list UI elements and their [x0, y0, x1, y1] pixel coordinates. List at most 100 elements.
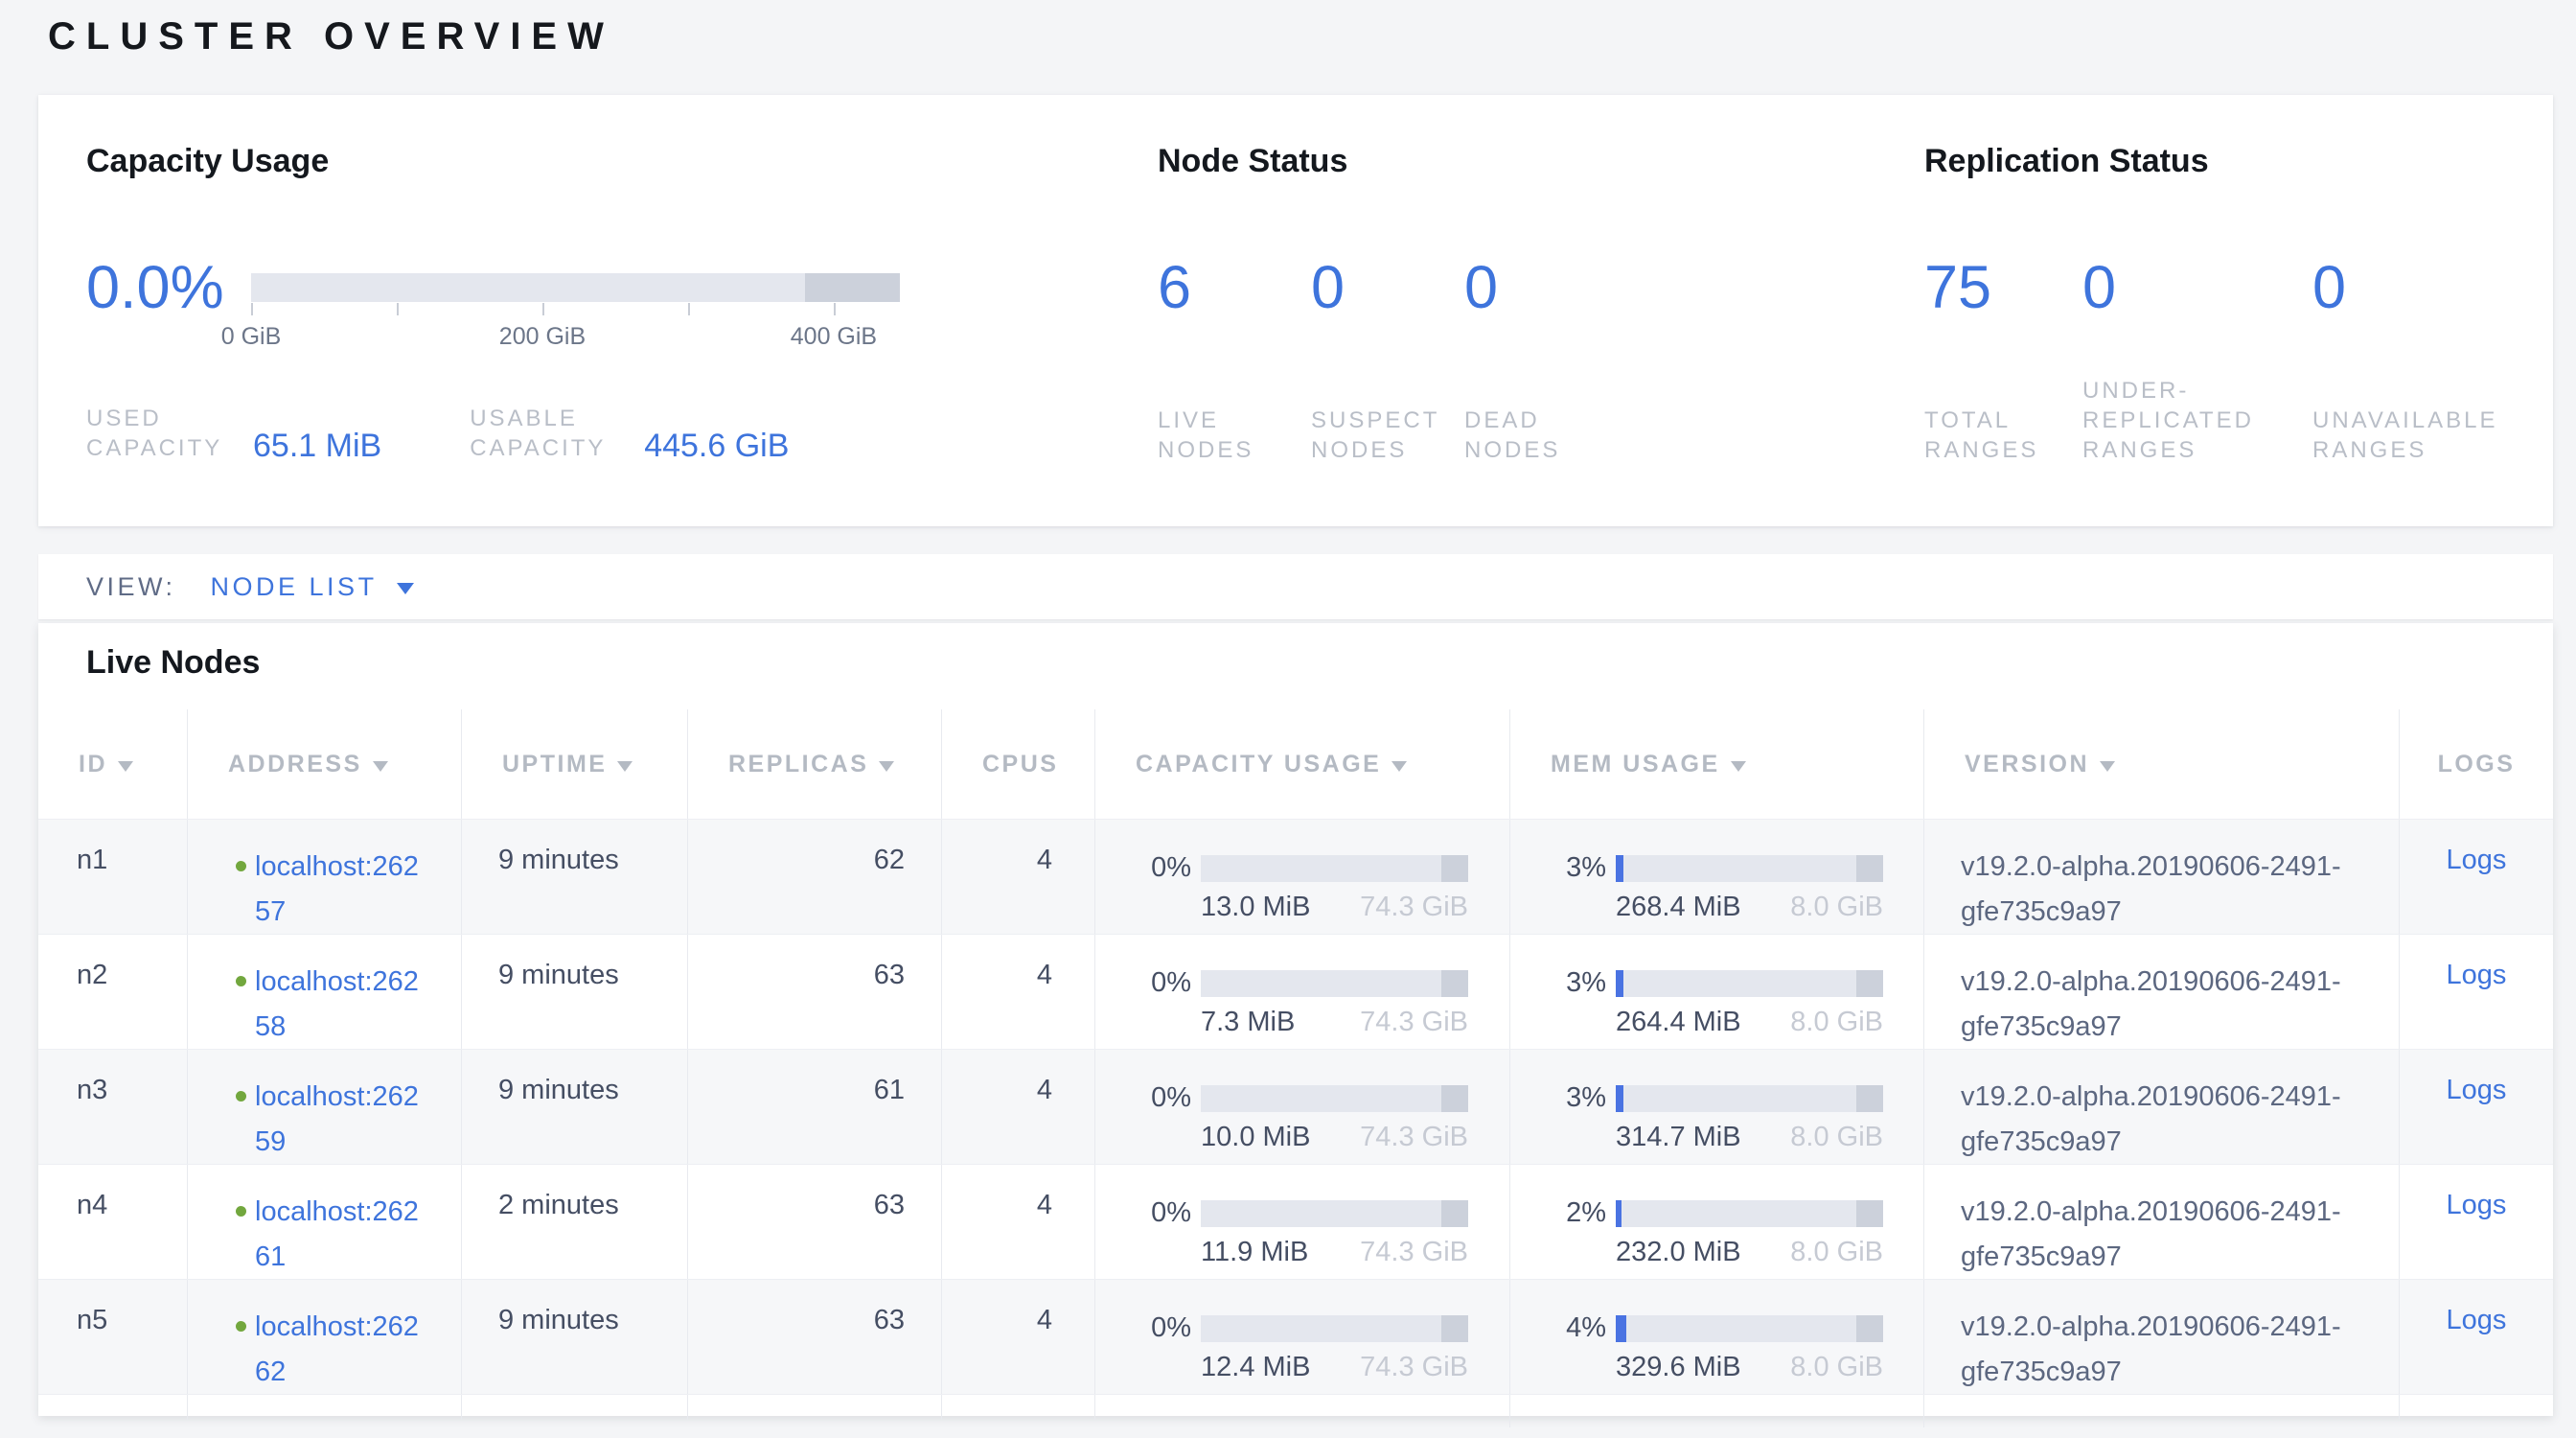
view-bar: VIEW: NODE LIST: [38, 554, 2553, 619]
logs-cell: Logs: [2400, 1050, 2553, 1164]
mem-used-value: 268.4 MiB: [1616, 892, 1741, 923]
capacity-used-value: 11.9 MiB: [1201, 1237, 1308, 1268]
capacity-percent-label: 0%: [1095, 967, 1191, 999]
view-dropdown-selected[interactable]: NODE LIST: [211, 572, 378, 602]
mem-usage-bar: [1616, 1315, 1883, 1342]
live-status-dot-icon: [236, 976, 246, 986]
node-replicas: 61: [688, 1050, 942, 1164]
capacity-percent-label: 0%: [1095, 1197, 1191, 1229]
capacity-bar-reserved-segment: [1441, 1200, 1468, 1227]
summary-card: Capacity Usage 0.0% 0 GiB 200 GiB 400 Gi…: [38, 95, 2553, 526]
node-uptime: [462, 1395, 688, 1420]
node-address-link[interactable]: localhost:26258: [255, 960, 426, 1049]
mem-usage-cell: 3% 268.4 MiB 8.0 GiB: [1510, 820, 1924, 934]
column-header-cpus[interactable]: CPUS: [942, 709, 1095, 819]
node-version: [1924, 1395, 2400, 1420]
capacity-percent-label: 0%: [1095, 852, 1191, 884]
capacity-usage-cell: 0% 7.3 MiB 74.3 GiB: [1095, 935, 1510, 1049]
mem-usage-cell: 3% 314.7 MiB 8.0 GiB: [1510, 1050, 1924, 1164]
column-header-mem-usage[interactable]: MEM USAGE: [1510, 709, 1924, 819]
capacity-usage-bar: [1201, 855, 1468, 882]
node-replicas: 63: [688, 1280, 942, 1394]
logs-link[interactable]: Logs: [2447, 1305, 2507, 1335]
sort-desc-icon: [1731, 761, 1746, 772]
under-replicated-value: 0: [2082, 258, 2312, 318]
mem-percent-label: 4%: [1510, 1312, 1606, 1344]
column-header-replicas[interactable]: REPLICAS: [688, 709, 942, 819]
node-cpus: [942, 1395, 1095, 1420]
stat-dead-nodes: 0 DEAD NODES: [1464, 258, 1618, 465]
column-header-version[interactable]: VERSION: [1924, 709, 2400, 819]
capacity-used-value: 13.0 MiB: [1201, 892, 1310, 923]
mem-total-value: 8.0 GiB: [1790, 1352, 1883, 1383]
stat-suspect-nodes: 0 SUSPECT NODES: [1311, 258, 1464, 465]
column-header-capacity-usage[interactable]: CAPACITY USAGE: [1095, 709, 1510, 819]
node-id: [38, 1395, 188, 1420]
node-cpus: 4: [942, 820, 1095, 934]
table-header-row: ID ADDRESS UPTIME REPLICAS CPUS CAPACITY…: [38, 709, 2553, 819]
node-id: n5: [38, 1280, 188, 1394]
unavailable-ranges-label: UNAVAILABLE RANGES: [2312, 406, 2518, 465]
node-address-cell: localhost:26262: [188, 1280, 462, 1394]
mem-percent-label: 2%: [1510, 1197, 1606, 1229]
logs-cell: Logs: [2400, 820, 2553, 934]
node-uptime: 2 minutes: [462, 1165, 688, 1279]
node-cpus: 4: [942, 935, 1095, 1049]
logs-link[interactable]: Logs: [2447, 1190, 2507, 1220]
logs-link[interactable]: Logs: [2447, 845, 2507, 875]
capacity-used-value: 10.0 MiB: [1201, 1122, 1310, 1153]
used-capacity-label: USED CAPACITY: [86, 404, 242, 463]
live-status-dot-icon: [236, 1091, 246, 1102]
mem-total-value: 8.0 GiB: [1790, 892, 1883, 923]
node-address-link[interactable]: localhost:26257: [255, 845, 426, 934]
node-replicas: 63: [688, 935, 942, 1049]
node-address-link[interactable]: localhost:26262: [255, 1305, 426, 1394]
logs-cell: Logs: [2400, 1280, 2553, 1394]
node-id: n2: [38, 935, 188, 1049]
column-header-id[interactable]: ID: [38, 709, 188, 819]
mem-total-value: 8.0 GiB: [1790, 1122, 1883, 1153]
node-replicas: 62: [688, 820, 942, 934]
capacity-bar-reserved-segment: [1441, 1315, 1468, 1342]
capacity-total-value: 74.3 GiB: [1360, 892, 1468, 923]
usable-capacity-value: 445.6 GiB: [644, 429, 789, 463]
node-address-link[interactable]: localhost:26259: [255, 1075, 426, 1164]
capacity-total-value: 74.3 GiB: [1360, 1352, 1468, 1383]
capacity-axis-labels: 0 GiB 200 GiB 400 GiB: [251, 323, 900, 352]
replication-status-heading: Replication Status: [1924, 143, 2209, 180]
table-row: n5 localhost:26262 9 minutes 63 4 0% 12.…: [38, 1279, 2553, 1394]
table-row: n3 localhost:26259 9 minutes 61 4 0% 10.…: [38, 1049, 2553, 1164]
chevron-down-icon: [397, 583, 414, 594]
node-cpus: 4: [942, 1165, 1095, 1279]
node-id: n4: [38, 1165, 188, 1279]
view-dropdown[interactable]: NODE LIST: [211, 572, 414, 602]
node-status-heading: Node Status: [1158, 143, 1347, 180]
replication-status-stats: 75 TOTAL RANGES 0 UNDER-REPLICATED RANGE…: [1924, 258, 2533, 465]
capacity-usage-cell: 0% 12.4 MiB 74.3 GiB: [1095, 1280, 1510, 1394]
logs-link[interactable]: Logs: [2447, 1075, 2507, 1105]
node-address-link[interactable]: localhost:26261: [255, 1190, 426, 1279]
column-header-address[interactable]: ADDRESS: [188, 709, 462, 819]
node-address-cell: localhost:26258: [188, 935, 462, 1049]
capacity-percent: 0.0%: [86, 258, 224, 318]
node-address-cell: localhost:26257: [188, 820, 462, 934]
capacity-usage-bar: [1201, 1200, 1468, 1227]
sort-desc-icon: [617, 761, 632, 772]
sort-desc-icon: [118, 761, 133, 772]
column-header-uptime[interactable]: UPTIME: [462, 709, 688, 819]
capacity-axis-ticks: [251, 303, 900, 316]
total-ranges-label: TOTAL RANGES: [1924, 406, 2082, 465]
mem-usage-bar: [1616, 1200, 1883, 1227]
mem-usage-cell: [1510, 1395, 1924, 1427]
table-row: n2 localhost:26258 9 minutes 63 4 0% 7.3…: [38, 934, 2553, 1049]
mem-percent-label: 3%: [1510, 1082, 1606, 1114]
mem-used-value: 264.4 MiB: [1616, 1007, 1741, 1038]
sort-desc-icon: [1392, 761, 1407, 772]
axis-label-400: 400 GiB: [791, 323, 877, 351]
live-status-dot-icon: [236, 1206, 246, 1217]
table-row-partial: [38, 1394, 2553, 1415]
capacity-total-value: 74.3 GiB: [1360, 1122, 1468, 1153]
capacity-percent-label: 0%: [1095, 1312, 1191, 1344]
logs-link[interactable]: Logs: [2447, 960, 2507, 990]
live-nodes-value: 6: [1158, 258, 1311, 318]
